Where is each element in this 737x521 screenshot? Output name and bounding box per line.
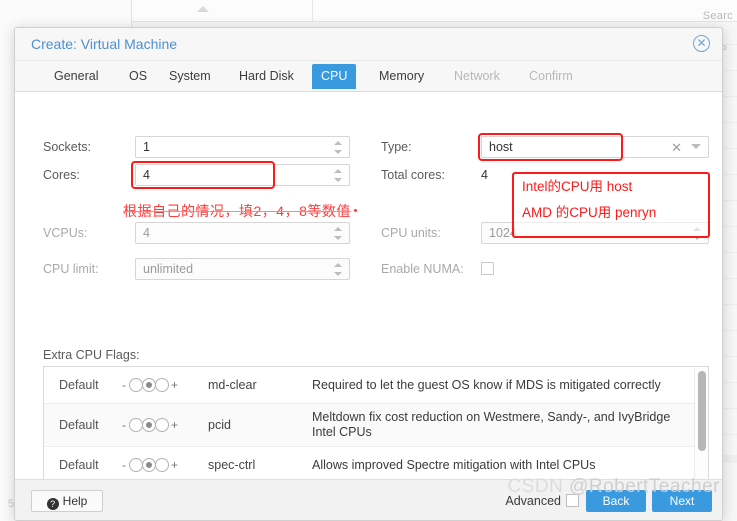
sockets-label: Sockets: bbox=[43, 140, 91, 154]
table-row[interactable]: Default - + md-clear Required to let the… bbox=[44, 367, 708, 404]
type-value: host bbox=[489, 140, 513, 154]
flag-default-label: Default bbox=[59, 458, 99, 472]
type-annotation-note: Intel的CPU用 host AMD 的CPU用 penryn bbox=[512, 172, 710, 238]
vcpus-label: VCPUs: bbox=[43, 226, 88, 240]
total-cores-label-row: Total cores: bbox=[381, 164, 491, 186]
background-sort-caret-icon bbox=[197, 6, 209, 12]
flag-description: Allows improved Spectre mitigation with … bbox=[312, 457, 596, 472]
type-label-row: Type: bbox=[381, 136, 491, 158]
radio-on[interactable] bbox=[155, 458, 169, 472]
cpu-limit-value: unlimited bbox=[143, 262, 194, 276]
minus-label: - bbox=[122, 378, 126, 392]
radio-on[interactable] bbox=[155, 378, 169, 392]
sockets-value: 1 bbox=[143, 140, 150, 154]
background-search-label: Searc bbox=[702, 10, 733, 22]
radio-off[interactable] bbox=[129, 378, 143, 392]
plus-label: + bbox=[171, 458, 179, 472]
vcpus-input[interactable]: 4 bbox=[135, 222, 350, 244]
sockets-label-row: Sockets: bbox=[43, 136, 143, 158]
tab-memory[interactable]: Memory bbox=[370, 64, 433, 89]
cpu-units-label-row: CPU units: bbox=[381, 222, 491, 244]
watermark: CSDN @RobertTeacher bbox=[507, 476, 720, 498]
tab-hard-disk[interactable]: Hard Disk bbox=[230, 64, 303, 89]
enable-numa-label-row: Enable NUMA: bbox=[381, 258, 491, 280]
close-icon[interactable]: ✕ bbox=[693, 35, 710, 52]
chevron-down-icon[interactable] bbox=[691, 144, 701, 149]
flag-radio-group[interactable] bbox=[129, 458, 169, 472]
tab-network: Network bbox=[454, 69, 500, 83]
dialog-header: Create: Virtual Machine ✕ bbox=[15, 28, 722, 61]
cpu-limit-label: CPU limit: bbox=[43, 262, 99, 276]
flag-description: Meltdown fix cost reduction on Westmere,… bbox=[312, 410, 671, 439]
tab-os[interactable]: OS bbox=[120, 64, 156, 89]
dialog-footer: ? Help Advanced Back Next CSDN @RobertTea… bbox=[15, 476, 722, 520]
flag-description: Required to let the guest OS know if MDS… bbox=[312, 377, 661, 392]
cores-value: 4 bbox=[143, 168, 150, 182]
table-row[interactable]: Default - + pcid Meltdown fix cost reduc… bbox=[44, 404, 708, 447]
tab-general[interactable]: General bbox=[45, 64, 107, 89]
enable-numa-checkbox[interactable] bbox=[481, 262, 494, 275]
vcpus-value: 4 bbox=[143, 226, 150, 240]
tab-bar: General OS System Hard Disk CPU Memory N… bbox=[15, 61, 722, 92]
background-toolbar bbox=[132, 0, 737, 22]
flag-radio-group[interactable] bbox=[129, 418, 169, 432]
help-button[interactable]: ? Help bbox=[31, 490, 103, 512]
cores-label-row: Cores: bbox=[43, 164, 143, 186]
plus-label: + bbox=[171, 378, 179, 392]
tab-cpu[interactable]: CPU bbox=[312, 64, 357, 89]
extra-cpu-flags-label: Extra CPU Flags: bbox=[43, 348, 140, 362]
radio-on[interactable] bbox=[155, 418, 169, 432]
plus-label: + bbox=[171, 418, 179, 432]
minus-label: - bbox=[122, 458, 126, 472]
flag-tristate-control[interactable]: - + bbox=[122, 418, 208, 432]
cpu-units-label: CPU units: bbox=[381, 226, 441, 240]
clear-icon[interactable]: ✕ bbox=[671, 139, 682, 156]
flag-tristate-control[interactable]: - + bbox=[122, 378, 208, 392]
radio-default[interactable] bbox=[142, 458, 156, 472]
flag-default-label: Default bbox=[59, 378, 99, 392]
cores-input[interactable]: 4 bbox=[135, 164, 350, 186]
type-select[interactable]: host ✕ bbox=[481, 136, 709, 158]
flag-radio-group[interactable] bbox=[129, 378, 169, 392]
cpu-limit-input[interactable]: unlimited bbox=[135, 258, 350, 280]
flags-scrollbar-thumb[interactable] bbox=[698, 371, 706, 451]
page-title: Create: Virtual Machine bbox=[31, 36, 178, 52]
radio-default[interactable] bbox=[142, 418, 156, 432]
vcpus-stepper-icon[interactable] bbox=[334, 223, 344, 244]
total-cores-label: Total cores: bbox=[381, 168, 445, 182]
cpu-limit-label-row: CPU limit: bbox=[43, 258, 143, 280]
help-label: Help bbox=[62, 494, 88, 508]
background-column-separator bbox=[312, 0, 313, 22]
vcpus-label-row: VCPUs: bbox=[43, 222, 143, 244]
watermark-csdn: CSDN bbox=[507, 476, 564, 497]
flag-tristate-control[interactable]: - + bbox=[122, 458, 208, 472]
total-cores-value: 4 bbox=[481, 168, 488, 182]
flag-name: md-clear bbox=[208, 378, 257, 392]
sockets-input[interactable]: 1 bbox=[135, 136, 350, 158]
radio-default[interactable] bbox=[142, 378, 156, 392]
minus-label: - bbox=[122, 418, 126, 432]
sockets-stepper-icon[interactable] bbox=[334, 137, 344, 158]
type-annotation-line1: Intel的CPU用 host bbox=[522, 179, 633, 194]
flag-name: spec-ctrl bbox=[208, 458, 256, 472]
enable-numa-label: Enable NUMA: bbox=[381, 262, 464, 276]
create-virtual-machine-dialog: Create: Virtual Machine ✕ General OS Sys… bbox=[14, 27, 723, 521]
watermark-user: @RobertTeacher bbox=[569, 476, 720, 497]
cores-annotation-text: 根据自己的情况，填2，4，8等数值 bbox=[123, 203, 351, 219]
flag-default-label: Default bbox=[59, 418, 99, 432]
help-icon: ? bbox=[46, 498, 59, 510]
annotation-dot bbox=[354, 209, 357, 212]
flag-name: pcid bbox=[208, 418, 231, 432]
dialog-body: Sockets: 1 Cores: 4 根据自己的情况，填2，4，8等数值 VC… bbox=[15, 93, 722, 520]
cores-label: Cores: bbox=[43, 168, 80, 182]
cores-stepper-icon[interactable] bbox=[334, 165, 344, 186]
tab-system[interactable]: System bbox=[160, 64, 220, 89]
cpu-limit-stepper-icon[interactable] bbox=[334, 259, 344, 280]
radio-off[interactable] bbox=[129, 418, 143, 432]
type-annotation-line2: AMD 的CPU用 penryn bbox=[522, 205, 657, 220]
radio-off[interactable] bbox=[129, 458, 143, 472]
tab-confirm: Confirm bbox=[529, 69, 573, 83]
type-label: Type: bbox=[381, 140, 412, 154]
